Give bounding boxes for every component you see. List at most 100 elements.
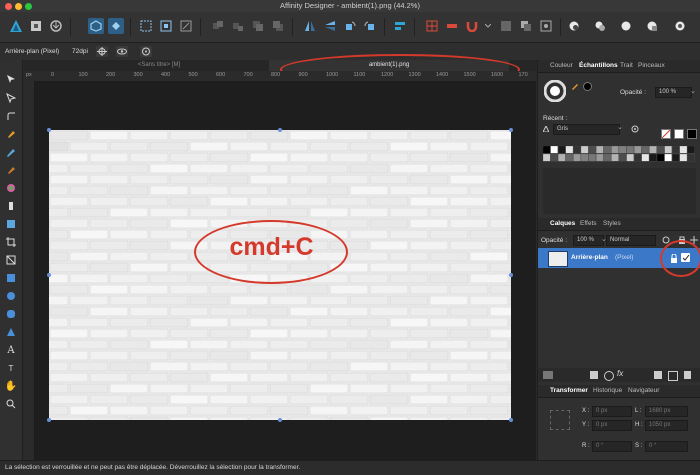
tab-pinceaux[interactable]: Pinceaux — [638, 62, 665, 69]
palette-chevron-icon[interactable]: ⌄ — [617, 123, 623, 131]
shear-field[interactable]: 0 ° — [645, 441, 688, 452]
node-tool-icon[interactable] — [4, 91, 18, 105]
persona-export-icon[interactable] — [48, 18, 64, 34]
new-layer-icon[interactable] — [654, 371, 662, 379]
rounded-rect-tool-icon[interactable] — [4, 307, 18, 321]
gray-swatch[interactable] — [641, 146, 650, 154]
fx-icon[interactable]: fx — [617, 369, 623, 378]
boolean-add-icon[interactable] — [424, 18, 440, 34]
arrange-back-icon[interactable] — [250, 18, 266, 34]
gray-swatch[interactable] — [588, 153, 596, 162]
gray-swatch[interactable] — [603, 146, 612, 154]
x-field[interactable]: 0 px — [592, 406, 632, 417]
gray-swatch[interactable] — [596, 153, 604, 162]
gray-swatch[interactable] — [565, 153, 574, 162]
gray-swatch[interactable] — [641, 153, 650, 162]
black-swatch-2[interactable] — [687, 129, 697, 139]
palette-settings-icon[interactable] — [631, 125, 639, 135]
gray-swatch[interactable] — [603, 153, 612, 162]
eye-icon[interactable] — [116, 46, 128, 57]
snapping-icon[interactable] — [138, 18, 154, 34]
gray-swatch[interactable] — [550, 146, 558, 154]
magnet-snapping-icon[interactable] — [464, 18, 480, 34]
adjustment-icon[interactable] — [604, 371, 614, 381]
rectangle-tool-icon[interactable] — [4, 271, 18, 285]
flip-horizontal-icon[interactable] — [302, 18, 318, 34]
persona-pixel-icon[interactable] — [28, 18, 44, 34]
tab-couleur[interactable]: Couleur — [550, 62, 573, 69]
snapping-options-chevron-icon[interactable] — [484, 18, 492, 34]
tab-trait[interactable]: Trait — [620, 62, 633, 69]
gray-swatch[interactable] — [558, 146, 566, 154]
layers-stack-icon[interactable] — [543, 371, 553, 379]
tab-transformer[interactable]: Transformer — [550, 387, 588, 394]
rotate-right-icon[interactable] — [362, 18, 378, 34]
gray-swatch[interactable] — [618, 153, 627, 162]
ungroup-icon[interactable] — [230, 18, 246, 34]
transform-origin-icon[interactable] — [140, 46, 152, 57]
white-swatch[interactable] — [674, 129, 684, 139]
selection-handle[interactable] — [278, 128, 282, 132]
gray-swatches[interactable] — [543, 146, 698, 162]
gray-swatch[interactable] — [565, 146, 574, 154]
gray-swatch[interactable] — [672, 146, 680, 154]
artistic-text-tool-icon[interactable]: T — [4, 361, 18, 375]
gray-swatch[interactable] — [664, 153, 672, 162]
arrange-forward-icon[interactable] — [270, 18, 286, 34]
triangle-tool-icon[interactable] — [4, 325, 18, 339]
insert-behind-icon[interactable] — [518, 18, 534, 34]
eyedropper-icon[interactable] — [571, 82, 579, 92]
boolean-subtract-icon[interactable] — [444, 18, 460, 34]
gray-swatch[interactable] — [588, 146, 596, 154]
w-field[interactable]: 1680 px — [645, 406, 688, 417]
tab-untitled[interactable]: <Sans titre> [M] — [54, 60, 264, 71]
toolbox-icon[interactable] — [592, 18, 608, 34]
gray-swatch[interactable] — [618, 146, 627, 154]
gray-swatch[interactable] — [679, 153, 688, 162]
gray-swatch[interactable] — [596, 146, 604, 154]
document-setup-icon[interactable] — [88, 18, 104, 34]
pencil-tool-icon[interactable] — [4, 145, 18, 159]
layer-opacity-field[interactable]: 100 % — [573, 235, 604, 246]
opacity-field[interactable]: 100 % — [655, 87, 692, 98]
place-image-tool-icon[interactable] — [4, 217, 18, 231]
pixel-view-icon[interactable] — [178, 18, 194, 34]
tab-effets[interactable]: Effets — [580, 220, 597, 227]
fill-stroke-wells[interactable] — [543, 79, 567, 103]
brush-tool-icon[interactable] — [4, 163, 18, 177]
insert-top-icon[interactable] — [538, 18, 554, 34]
gray-swatch[interactable] — [626, 153, 634, 162]
gray-swatch[interactable] — [611, 153, 619, 162]
selection-handle[interactable] — [509, 128, 513, 132]
gray-swatch[interactable] — [672, 153, 680, 162]
studio-left-icon[interactable] — [618, 18, 634, 34]
gray-swatch[interactable] — [573, 153, 581, 162]
corner-tool-icon[interactable] — [4, 109, 18, 123]
full-screen-icon[interactable] — [672, 18, 688, 34]
persona-designer-icon[interactable] — [8, 18, 24, 34]
gray-swatch[interactable] — [664, 146, 672, 154]
view-mode-icon[interactable] — [158, 18, 174, 34]
rotate-left-icon[interactable] — [342, 18, 358, 34]
zoom-frame-tool-icon[interactable] — [4, 253, 18, 267]
align-icon[interactable] — [392, 18, 408, 34]
gray-swatch[interactable] — [634, 153, 642, 162]
fill-tool-icon[interactable] — [4, 181, 18, 195]
studio-right-icon[interactable] — [644, 18, 660, 34]
selection-handle[interactable] — [47, 128, 51, 132]
selection-handle[interactable] — [509, 418, 513, 422]
gray-swatch[interactable] — [543, 153, 551, 162]
selection-handle[interactable] — [509, 273, 513, 277]
ellipse-tool-icon[interactable] — [4, 289, 18, 303]
gray-swatch[interactable] — [580, 153, 589, 162]
gray-swatch[interactable] — [611, 146, 619, 154]
context-toolbar-icon[interactable] — [566, 18, 582, 34]
group-icon[interactable] — [210, 18, 226, 34]
palette-select[interactable]: Gris — [553, 124, 620, 135]
selection-handle[interactable] — [47, 273, 51, 277]
tab-historique[interactable]: Historique — [593, 387, 622, 394]
text-tool-icon[interactable]: A — [4, 343, 18, 357]
tab-echantillons[interactable]: Échantillons — [579, 62, 618, 69]
black-swatch[interactable] — [583, 82, 592, 91]
zoom-tool-icon[interactable] — [4, 397, 18, 411]
